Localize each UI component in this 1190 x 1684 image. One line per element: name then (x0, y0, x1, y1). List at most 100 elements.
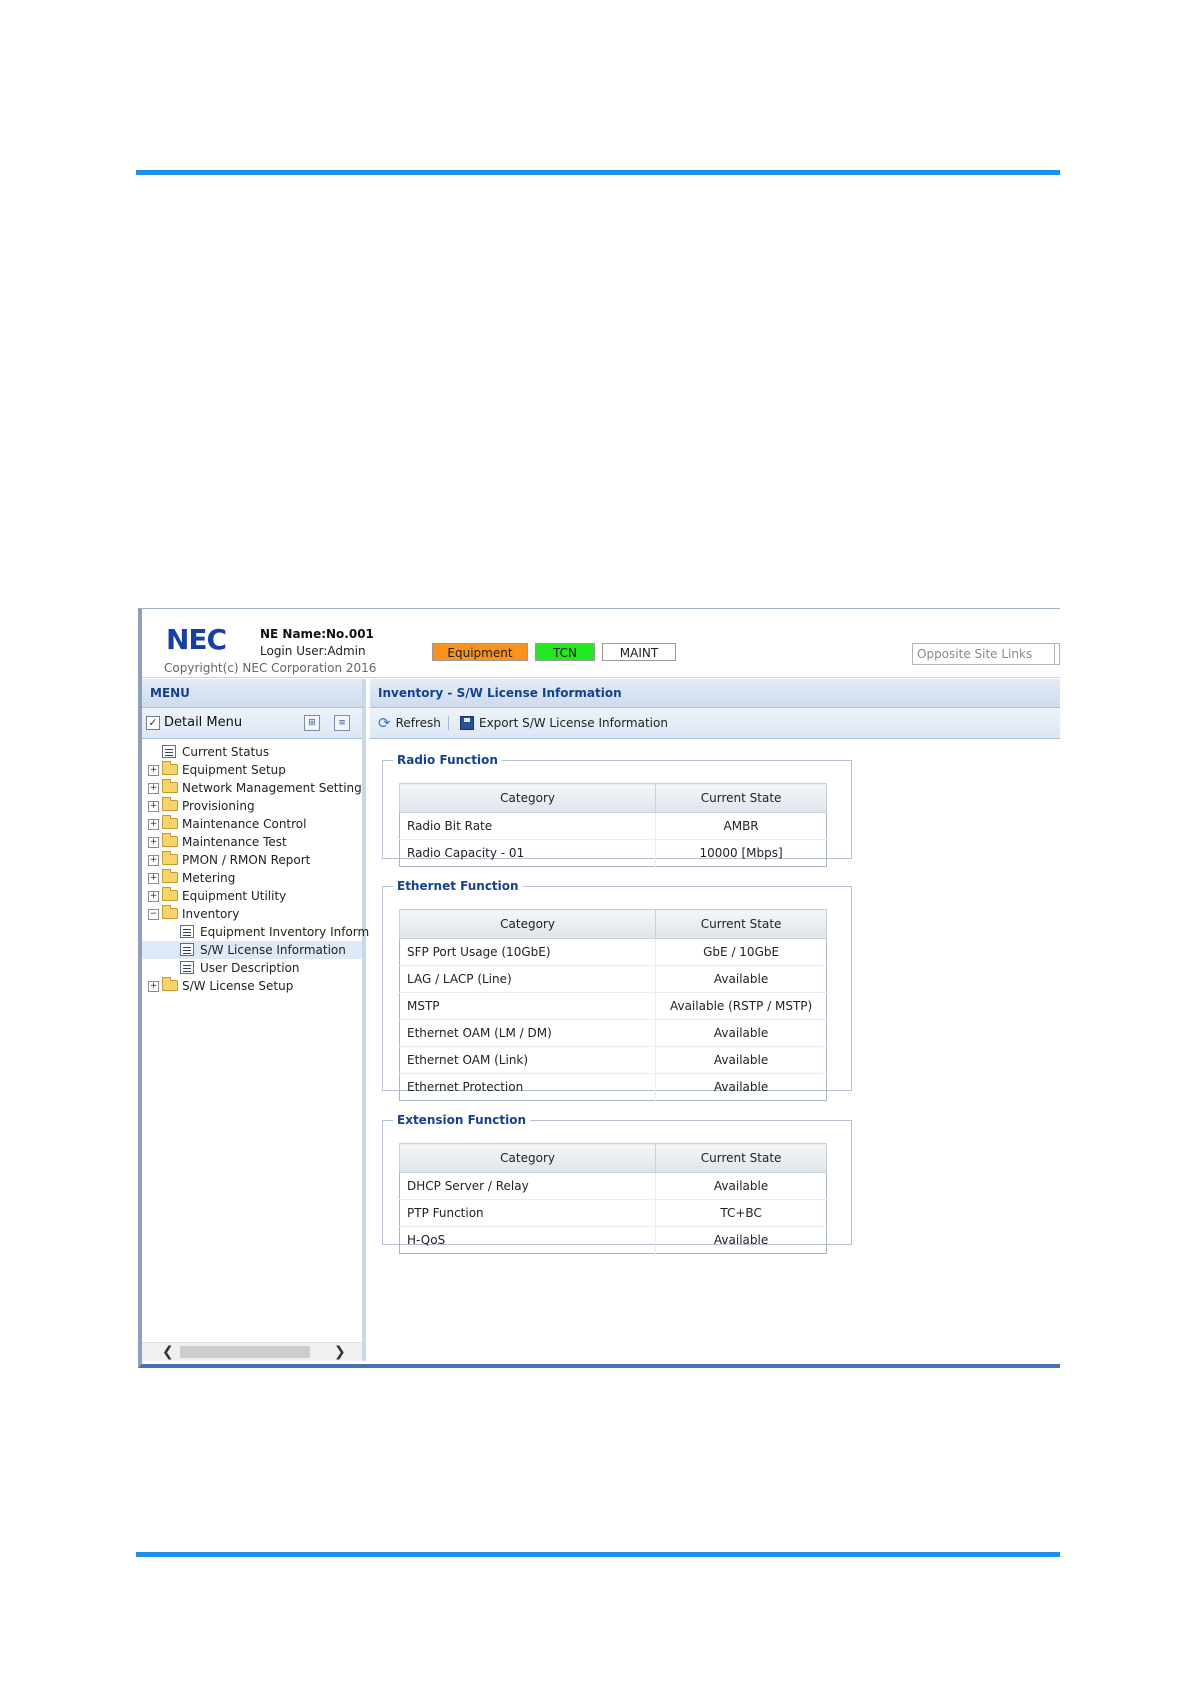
expand-icon[interactable]: + (148, 891, 159, 902)
current-state-cell: Available (655, 1073, 827, 1101)
folder-icon (162, 851, 178, 865)
scroll-right-icon[interactable]: ❯ (334, 1343, 346, 1361)
current-state-cell: Available (655, 1046, 827, 1074)
menu-item-label: Equipment Inventory Informat (200, 925, 382, 939)
menu-item[interactable]: + Metering (142, 869, 362, 887)
table-header-row: Category Current State (398, 783, 827, 813)
table-row[interactable]: PTP Function TC+BC (399, 1199, 827, 1227)
menu-item-label: Provisioning (182, 799, 255, 813)
extension-function-legend: Extension Function (397, 1113, 527, 1127)
table-row[interactable]: H-QoS Available (399, 1226, 827, 1254)
category-column-header[interactable]: Category (398, 909, 657, 939)
expand-icon[interactable]: + (148, 765, 159, 776)
menu-item[interactable]: + PMON / RMON Report (142, 851, 362, 869)
menu-item[interactable]: User Description (142, 959, 362, 977)
menu-item-label: Equipment Setup (182, 763, 286, 777)
menu-item[interactable]: + Maintenance Control (142, 815, 362, 833)
scroll-left-icon[interactable]: ❮ (162, 1343, 174, 1361)
current-state-cell: Available (655, 1226, 827, 1254)
menu-item-label: Maintenance Test (182, 835, 287, 849)
menu-item[interactable]: + S/W License Setup (142, 977, 362, 995)
expand-icon[interactable]: + (148, 783, 159, 794)
collapse-icon[interactable]: − (148, 909, 159, 920)
page-icon (162, 745, 176, 758)
category-cell: Ethernet OAM (LM / DM) (399, 1019, 656, 1047)
menu-item[interactable]: + Equipment Setup (142, 761, 362, 779)
table-row[interactable]: Radio Capacity - 01 10000 [Mbps] (399, 839, 827, 867)
category-column-header[interactable]: Category (398, 783, 657, 813)
current-state-column-header[interactable]: Current State (655, 783, 827, 813)
table-row[interactable]: LAG / LACP (Line) Available (399, 965, 827, 993)
menu-item-label: Current Status (182, 745, 270, 759)
app-header: NEC NE Name:No.001 Login User:Admin Copy… (142, 609, 1060, 678)
category-cell: SFP Port Usage (10GbE) (399, 938, 656, 966)
table-row[interactable]: Ethernet Protection Available (399, 1073, 827, 1101)
tcn-status-button[interactable]: TCN (535, 643, 595, 661)
category-cell: PTP Function (399, 1199, 656, 1227)
table-row[interactable]: DHCP Server / Relay Available (399, 1172, 827, 1200)
category-cell: Ethernet Protection (399, 1073, 656, 1101)
expand-icon[interactable]: + (148, 981, 159, 992)
table-header-row: Category Current State (398, 909, 827, 939)
current-state-column-header[interactable]: Current State (655, 1143, 827, 1173)
table-row[interactable]: MSTP Available (RSTP / MSTP) (399, 992, 827, 1020)
category-column-header[interactable]: Category (398, 1143, 657, 1173)
equipment-status-button[interactable]: Equipment (432, 643, 528, 661)
table-row[interactable]: Ethernet OAM (Link) Available (399, 1046, 827, 1074)
page-icon (180, 943, 194, 956)
folder-icon (162, 887, 178, 901)
current-state-cell: Available (655, 965, 827, 993)
category-cell: LAG / LACP (Line) (399, 965, 656, 993)
detail-menu-label: Detail Menu (164, 715, 243, 730)
expand-icon[interactable]: + (148, 837, 159, 848)
current-state-column-header[interactable]: Current State (655, 909, 827, 939)
save-icon (460, 716, 474, 730)
menu-item[interactable]: + Maintenance Test (142, 833, 362, 851)
menu-horizontal-scrollbar[interactable]: ❮ ❯ (142, 1342, 362, 1361)
list-view-icon[interactable]: ≡ (334, 715, 350, 731)
page-header-rule (136, 170, 1060, 175)
menu-item[interactable]: + Equipment Utility (142, 887, 362, 905)
folder-icon (162, 977, 178, 991)
table-row[interactable]: Radio Bit Rate AMBR (399, 812, 827, 840)
folder-icon (162, 761, 178, 775)
maint-status-button[interactable]: MAINT (602, 643, 676, 661)
menu-item[interactable]: Current Status (142, 743, 362, 761)
expand-icon[interactable]: + (148, 801, 159, 812)
folder-icon (162, 905, 178, 919)
category-cell: Radio Capacity - 01 (399, 839, 656, 867)
menu-item[interactable]: S/W License Information (142, 941, 362, 959)
app-window: NEC NE Name:No.001 Login User:Admin Copy… (138, 608, 1060, 1368)
login-user: Login User:Admin (260, 644, 366, 658)
menu-item[interactable]: − Inventory (142, 905, 362, 923)
table-row[interactable]: Ethernet OAM (LM / DM) Available (399, 1019, 827, 1047)
menu-tree: Current Status + Equipment Setup + Network M… (142, 739, 381, 995)
expand-all-icon[interactable]: ⊞ (304, 715, 320, 731)
detail-menu-bar: ✓ Detail Menu ⊞ ≡ (142, 708, 362, 739)
ethernet-function-legend: Ethernet Function (397, 879, 519, 893)
menu-item[interactable]: + Provisioning (142, 797, 362, 815)
scroll-thumb[interactable] (180, 1346, 310, 1358)
radio-function-section: Radio Function Category Current State Radi… (382, 753, 852, 867)
folder-icon (162, 869, 178, 883)
refresh-icon: ⟳ (378, 714, 391, 732)
expand-icon[interactable]: + (148, 819, 159, 830)
menu-item[interactable]: Equipment Inventory Informat (142, 923, 381, 941)
folder-icon (162, 815, 178, 829)
refresh-button[interactable]: ⟳ Refresh (378, 708, 441, 738)
folder-icon (162, 833, 178, 847)
menu-item[interactable]: + Network Management Setting (142, 779, 362, 797)
extension-function-section: Extension Function Category Current State… (382, 1113, 852, 1254)
detail-menu-checkbox[interactable]: ✓ (146, 716, 160, 730)
opposite-site-links-select[interactable]: Opposite Site Links (912, 643, 1060, 665)
menu-item-label: Network Management Setting (182, 781, 362, 795)
expand-icon[interactable]: + (148, 873, 159, 884)
current-state-cell: 10000 [Mbps] (655, 839, 827, 867)
current-state-cell: Available (RSTP / MSTP) (655, 992, 827, 1020)
export-license-button[interactable]: Export S/W License Information (460, 708, 668, 738)
refresh-label: Refresh (395, 716, 441, 730)
table-row[interactable]: SFP Port Usage (10GbE) GbE / 10GbE (399, 938, 827, 966)
expand-icon[interactable]: + (148, 855, 159, 866)
menu-item-label: Metering (182, 871, 236, 885)
menu-item-label: Inventory (182, 907, 240, 921)
